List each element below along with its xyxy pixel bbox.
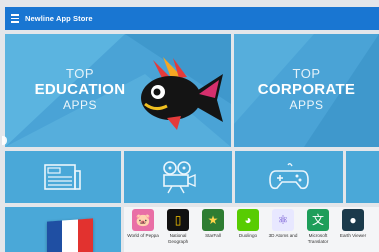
banner-title: CORPORATE — [257, 81, 356, 98]
app-label: Microsoft Translator — [307, 233, 329, 244]
peppa-icon: 🐷 — [132, 209, 154, 231]
app-tile[interactable]: 🐷 World of Peppa — [126, 209, 160, 244]
top-education-apps-banner[interactable]: TOP EDUCATION APPS — [5, 34, 231, 147]
duolingo-icon: ◕ — [237, 209, 259, 231]
app-label: National Geograph — [167, 233, 189, 244]
starfall-icon: ★ — [202, 209, 224, 231]
earth-icon: ● — [342, 209, 364, 231]
category-games[interactable] — [235, 151, 343, 203]
fish-mascot-icon — [141, 57, 223, 130]
national-geographic-icon: ▯ — [167, 209, 189, 231]
featured-apps-strip: 🐷 World of Peppa ▯ National Geograph ★ StarFa… — [124, 207, 379, 252]
category-movies[interactable] — [124, 151, 232, 203]
news-icon — [44, 164, 81, 190]
translator-icon: 文 — [307, 209, 329, 231]
app-tile[interactable]: ★ StarFall — [196, 209, 230, 244]
france-flag-icon — [47, 218, 93, 252]
category-partial[interactable] — [346, 151, 379, 203]
hamburger-menu-icon[interactable] — [5, 7, 25, 30]
gamepad-icon — [269, 163, 309, 190]
atoms-icon: ⚛ — [272, 209, 294, 231]
app-tile[interactable]: ▯ National Geograph — [161, 209, 195, 244]
app-label: World of Peppa — [127, 233, 159, 238]
app-store-screen: Newline App Store TOP EDUCATION APPS TOP… — [0, 0, 379, 252]
film-camera-icon — [163, 161, 196, 194]
app-label: StarFall — [205, 233, 221, 238]
category-news[interactable] — [5, 151, 121, 203]
app-bar: Newline App Store — [5, 7, 379, 30]
app-label: 3D Atoms and — [268, 233, 298, 238]
language-french-tile[interactable] — [5, 207, 121, 252]
app-tile[interactable]: 文 Microsoft Translator — [301, 209, 335, 244]
banner-top-text: TOP — [292, 66, 321, 81]
app-tile[interactable]: ◕ Duolingo — [231, 209, 265, 244]
app-title: Newline App Store — [25, 14, 93, 23]
app-label: Duolingo — [238, 233, 258, 238]
app-tile[interactable]: ⚛ 3D Atoms and — [266, 209, 300, 244]
app-tile[interactable]: ● Earth Viewer — [336, 209, 370, 244]
top-corporate-apps-banner[interactable]: TOP CORPORATE APPS — [234, 34, 379, 147]
banner-apps-text: APPS — [289, 98, 324, 112]
app-label: Earth Viewer — [339, 233, 367, 238]
